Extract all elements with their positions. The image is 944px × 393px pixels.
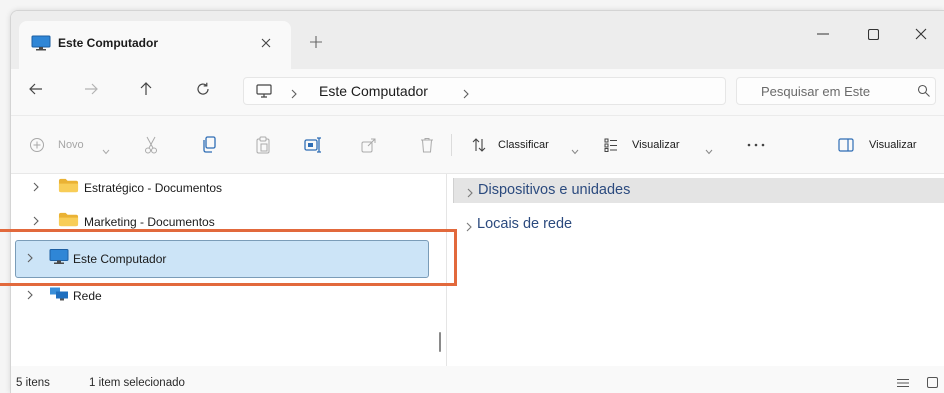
minimize-icon [817,33,829,35]
share-icon [361,138,376,153]
details-pane-icon [838,138,854,157]
address-bar[interactable]: Este Computador [243,77,726,105]
breadcrumb-este-computador[interactable]: Este Computador [319,83,428,99]
chevron-right-icon[interactable] [27,287,33,305]
tab-este-computador[interactable]: Este Computador [19,21,291,69]
refresh-icon [197,82,209,95]
refresh-button[interactable] [188,74,218,104]
share-button[interactable] [356,132,382,158]
search-icon[interactable] [917,84,931,98]
file-explorer-window: Este Computador Este Computador Pesquisa… [10,10,944,393]
group-label: Dispositivos e unidades [478,182,631,198]
group-dispositivos-e-unidades[interactable]: Dispositivos e unidades [453,178,944,203]
group-locais-de-rede[interactable]: Locais de rede [453,212,944,237]
folder-icon [58,178,79,199]
search-box [736,77,936,105]
forward-button[interactable] [76,74,106,104]
items-view: Dispositivos e unidades Locais de rede [447,174,944,366]
view-button[interactable]: Visualizar [601,132,723,158]
rename-button[interactable] [300,132,326,158]
tree-item-label: Rede [73,289,102,303]
chevron-right-icon[interactable] [465,219,473,232]
tab-title: Este Computador [58,36,159,50]
view-icon [604,138,618,157]
scissors-icon [145,136,157,154]
cut-button[interactable] [138,132,164,158]
back-button[interactable] [21,74,51,104]
group-label: Locais de rede [477,216,573,232]
scrollbar-thumb[interactable] [439,332,441,352]
title-bar: Este Computador [11,11,944,69]
highlight-annotation-box [0,229,457,286]
minimize-button[interactable] [800,16,846,52]
maximize-button[interactable] [850,16,896,52]
more-options-button[interactable] [741,132,771,158]
close-button[interactable] [898,16,944,52]
delete-button[interactable] [414,132,440,158]
paste-button[interactable] [250,132,276,158]
chevron-down-icon [705,142,713,160]
view-label: Visualizar [632,139,680,151]
details-view-icon[interactable] [897,375,909,393]
up-button[interactable] [131,74,161,104]
network-icon [49,286,69,307]
chevron-right-icon[interactable] [462,86,470,99]
trash-icon [421,138,433,153]
status-bar: 5 itens 1 item selecionado [11,366,944,393]
more-icon [747,143,765,147]
chevron-down-icon [571,142,579,160]
copy-button[interactable] [196,132,222,158]
search-input[interactable] [737,78,907,104]
rename-icon [304,137,321,153]
command-separator [451,134,452,156]
tree-item-label: Estratégico - Documentos [84,181,223,195]
paste-icon [256,136,270,154]
tiles-view-icon[interactable] [927,375,938,393]
sort-label: Classificar [498,139,549,151]
command-bar: Novo Classificar Visualizar Visualizar [11,115,944,173]
close-icon [915,28,927,40]
sort-icon [472,138,486,157]
chevron-right-icon[interactable] [290,86,298,99]
copy-icon [203,136,216,153]
chevron-down-icon [102,142,110,160]
screen: Este Computador Este Computador Pesquisa… [0,0,944,393]
computer-icon [31,35,51,51]
new-tab-plus-icon[interactable] [306,32,326,52]
tree-item-estrategico[interactable]: Estratégico - Documentos [11,174,431,202]
plus-circle-icon [29,137,45,158]
chevron-right-icon[interactable] [466,185,474,198]
arrow-left-icon [29,83,42,95]
sort-button[interactable]: Classificar [469,132,589,158]
arrow-up-icon [140,82,152,95]
details-pane-button[interactable]: Visualizar [836,132,936,158]
arrow-right-icon [85,83,98,95]
chevron-right-icon[interactable] [33,179,39,197]
new-button[interactable]: Novo [25,132,117,158]
monitor-icon [256,84,272,98]
details-pane-label: Visualizar [869,139,917,151]
navigation-bar: Este Computador [11,69,944,115]
selection-count: 1 item selecionado [89,377,185,389]
maximize-icon [867,28,879,40]
item-count: 5 itens [16,377,50,389]
tree-item-rede[interactable]: Rede [11,282,431,310]
tree-item-label: Marketing - Documentos [84,215,215,229]
new-label: Novo [58,139,84,151]
tab-close-icon[interactable] [256,33,276,53]
